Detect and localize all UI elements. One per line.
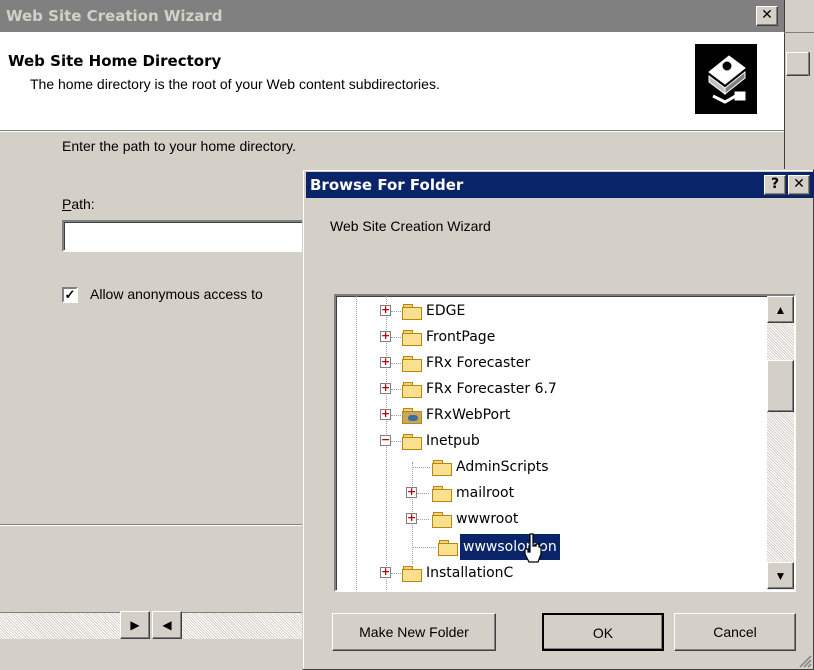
expand-icon[interactable]: + [380,408,391,420]
tree-line [356,296,357,590]
folder-icon [402,382,422,398]
web-site-wizard-icon [695,44,757,114]
scroll-up-button[interactable]: ▲ [767,296,794,323]
browse-subtitle: Web Site Creation Wizard [330,218,491,234]
tree-item-label: FRx Forecaster 6.7 [426,381,557,397]
folder-icon [402,434,422,450]
web-folder-icon [402,408,422,424]
expand-icon[interactable]: + [406,512,417,524]
scroll-thumb[interactable] [767,360,794,412]
tree-item-label: InstallationC [426,565,514,581]
cancel-label: Cancel [713,624,757,640]
tree-item-label-selected: wwwsolomon [459,533,561,561]
tree-item-label: mailroot [456,485,515,501]
anonymous-access-checkbox[interactable]: ✓ [62,287,78,303]
scroll-right-button[interactable]: ▶ [120,611,150,639]
hand-cursor-icon [524,533,542,563]
scroll-left-button[interactable]: ◀ [152,611,182,639]
browse-title-bar: Browse For Folder [306,172,814,198]
anonymous-access-label: Allow anonymous access to [90,286,263,302]
tree-item-label: FRx Forecaster [426,355,531,371]
background-window-edge [808,52,814,76]
expand-icon[interactable]: + [380,330,391,342]
resize-grip-icon[interactable] [796,652,812,668]
path-label: Path: [62,196,95,212]
collapse-icon[interactable]: − [380,434,391,446]
folder-icon [432,486,452,502]
folder-icon [432,512,452,528]
expand-icon[interactable]: + [406,486,417,498]
folder-icon [402,304,422,320]
folder-icon [438,540,458,556]
tree-item-label: FrontPage [426,329,496,345]
header-subtitle: The home directory is the root of your W… [30,76,440,92]
path-input[interactable] [62,220,312,252]
folder-icon [402,356,422,372]
expand-icon[interactable]: + [380,566,391,578]
background-window-divider [784,32,814,33]
tree-item-label: FRxWebPort [426,407,511,423]
cancel-button[interactable]: Cancel [674,613,796,651]
wizard-title: Web Site Creation Wizard [6,7,223,25]
wizard-title-bar: Web Site Creation Wizard [0,0,784,32]
tree-item-label: wwwroot [456,511,519,527]
path-instruction: Enter the path to your home directory. [62,138,296,154]
folder-icon [432,460,452,476]
make-new-folder-button[interactable]: Make New Folder [332,613,496,651]
make-new-folder-label: Make New Folder [359,624,469,640]
expand-icon[interactable]: + [380,304,391,316]
ok-label: OK [592,625,614,641]
tree-item-label: EDGE [426,303,466,319]
folder-icon [402,566,422,582]
tree-item-label: AdminScripts [456,459,549,475]
expand-icon[interactable]: + [380,382,391,394]
wizard-close-button[interactable]: ✕ [756,6,778,26]
header-title: Web Site Home Directory [8,52,222,70]
background-scroll-button[interactable] [786,52,810,76]
horizontal-scroll-track[interactable] [0,612,120,639]
folder-tree[interactable]: + EDGE + FrontPage + FRx Forecaster + FR… [334,294,796,592]
ok-button[interactable]: OK [542,613,664,651]
tree-item-label: Inetpub [426,433,480,449]
browse-title: Browse For Folder [310,176,464,194]
expand-icon[interactable]: + [380,356,391,368]
scroll-down-button[interactable]: ▼ [767,562,794,589]
help-button[interactable]: ? [764,175,786,195]
horizontal-scroll-track-2[interactable] [182,612,302,639]
tree-vertical-scrollbar[interactable] [767,296,794,590]
browse-close-button[interactable]: ✕ [788,175,810,195]
folder-icon [402,330,422,346]
